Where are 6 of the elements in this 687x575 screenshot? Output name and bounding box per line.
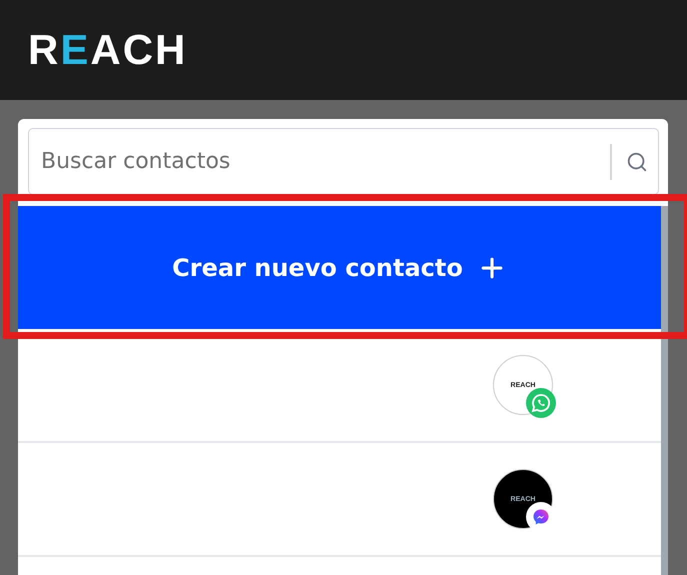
search-icon[interactable] xyxy=(626,150,648,172)
scrollbar[interactable] xyxy=(661,206,668,575)
reach-logo: REACH xyxy=(28,29,188,71)
search-bar[interactable]: Buscar contactos xyxy=(28,128,659,195)
create-contact-button[interactable]: Crear nuevo contacto xyxy=(18,206,661,329)
whatsapp-badge-icon xyxy=(526,388,556,418)
